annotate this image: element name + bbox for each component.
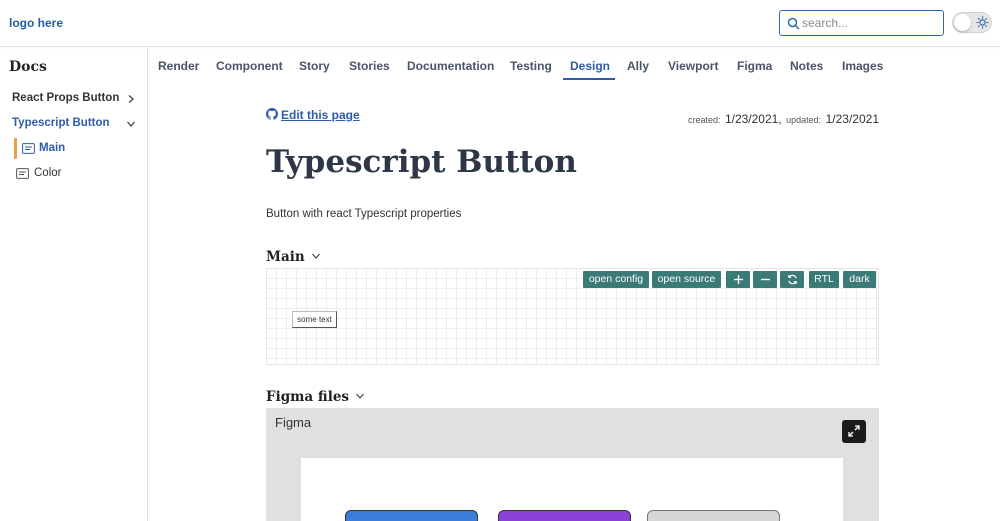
minus-icon	[760, 278, 770, 281]
figma-preview-button-gray	[647, 510, 780, 521]
reset-zoom-button[interactable]	[780, 271, 804, 288]
expand-button[interactable]	[842, 420, 866, 443]
document-icon	[22, 143, 35, 154]
figma-frame	[301, 458, 843, 521]
active-tab-indicator	[563, 78, 615, 80]
figma-embed-label: Figma	[275, 415, 312, 430]
page-dates: created: 1/23/2021, updated: 1/23/2021	[688, 110, 879, 128]
tab-viewport[interactable]: Viewport	[668, 59, 718, 73]
tab-render[interactable]: Render	[158, 59, 199, 73]
plus-icon	[733, 275, 743, 284]
document-icon	[16, 168, 29, 179]
tab-documentation[interactable]: Documentation	[407, 59, 494, 73]
sample-button[interactable]: some text	[292, 311, 337, 328]
toggle-knob	[954, 14, 971, 31]
page-description: Button with react Typescript properties	[266, 208, 462, 220]
sun-icon	[976, 16, 989, 29]
main-section-title: Main	[266, 249, 305, 265]
chevron-down-icon	[127, 121, 135, 127]
tab-stories[interactable]: Stories	[349, 59, 390, 73]
edit-page-label: Edit this page	[281, 108, 360, 122]
sidebar-title: Docs	[9, 59, 47, 75]
tab-design[interactable]: Design	[570, 59, 610, 73]
refresh-icon	[787, 274, 797, 285]
top-header: logo here	[0, 0, 1000, 47]
main-section-header[interactable]: Main	[266, 249, 321, 265]
tab-component[interactable]: Component	[216, 59, 283, 73]
github-icon	[266, 108, 278, 120]
sidebar-item-label: Main	[39, 142, 66, 154]
chevron-down-icon	[311, 253, 320, 259]
open-config-button[interactable]: open config	[583, 271, 649, 288]
sidebar: Docs React Props Button Typescript Butto…	[0, 48, 148, 521]
open-source-button[interactable]: open source	[652, 271, 721, 288]
chevron-down-icon	[356, 393, 364, 399]
figma-preview-button-purple	[498, 510, 631, 521]
zoom-in-button[interactable]	[726, 271, 750, 288]
tab-figma[interactable]: Figma	[737, 59, 772, 73]
chevron-right-icon	[128, 95, 134, 103]
created-date: 1/23/2021,	[724, 112, 782, 126]
tab-story[interactable]: Story	[299, 59, 330, 73]
sidebar-item-label: React Props Button	[12, 92, 120, 104]
figma-section-title: Figma files	[266, 389, 350, 405]
figma-embed[interactable]: Figma	[266, 408, 879, 521]
updated-label: updated:	[786, 115, 822, 125]
sidebar-item-react-props-button[interactable]: React Props Button	[0, 87, 147, 111]
updated-date: 1/23/2021	[825, 112, 879, 126]
theme-toggle[interactable]	[952, 12, 992, 33]
tab-bar: Render Component Story Stories Documenta…	[149, 48, 1000, 82]
tab-testing[interactable]: Testing	[510, 59, 552, 73]
tab-notes[interactable]: Notes	[790, 59, 823, 73]
sidebar-item-main[interactable]: Main	[0, 138, 147, 160]
tab-images[interactable]: Images	[842, 59, 883, 73]
page-title: Typescript Button	[266, 144, 577, 180]
created-label: created:	[687, 115, 721, 125]
sidebar-item-label: Typescript Button	[12, 117, 110, 129]
sidebar-item-color[interactable]: Color	[0, 163, 147, 185]
rtl-button[interactable]: RTL	[809, 271, 839, 288]
search-input[interactable]	[802, 14, 940, 32]
active-marker	[14, 138, 17, 159]
edit-page-link[interactable]: Edit this page	[266, 108, 360, 122]
tab-ally[interactable]: Ally	[627, 59, 649, 73]
figma-section-header[interactable]: Figma files	[266, 389, 365, 405]
zoom-out-button[interactable]	[753, 271, 777, 288]
search-box[interactable]	[779, 10, 944, 36]
figma-preview-button-blue	[345, 510, 478, 521]
search-icon	[787, 17, 800, 30]
logo-link[interactable]: logo here	[9, 16, 63, 30]
sidebar-item-typescript-button[interactable]: Typescript Button	[0, 112, 147, 136]
dark-button[interactable]: dark	[843, 271, 876, 288]
sidebar-item-label: Color	[34, 167, 62, 179]
expand-icon	[848, 425, 860, 437]
